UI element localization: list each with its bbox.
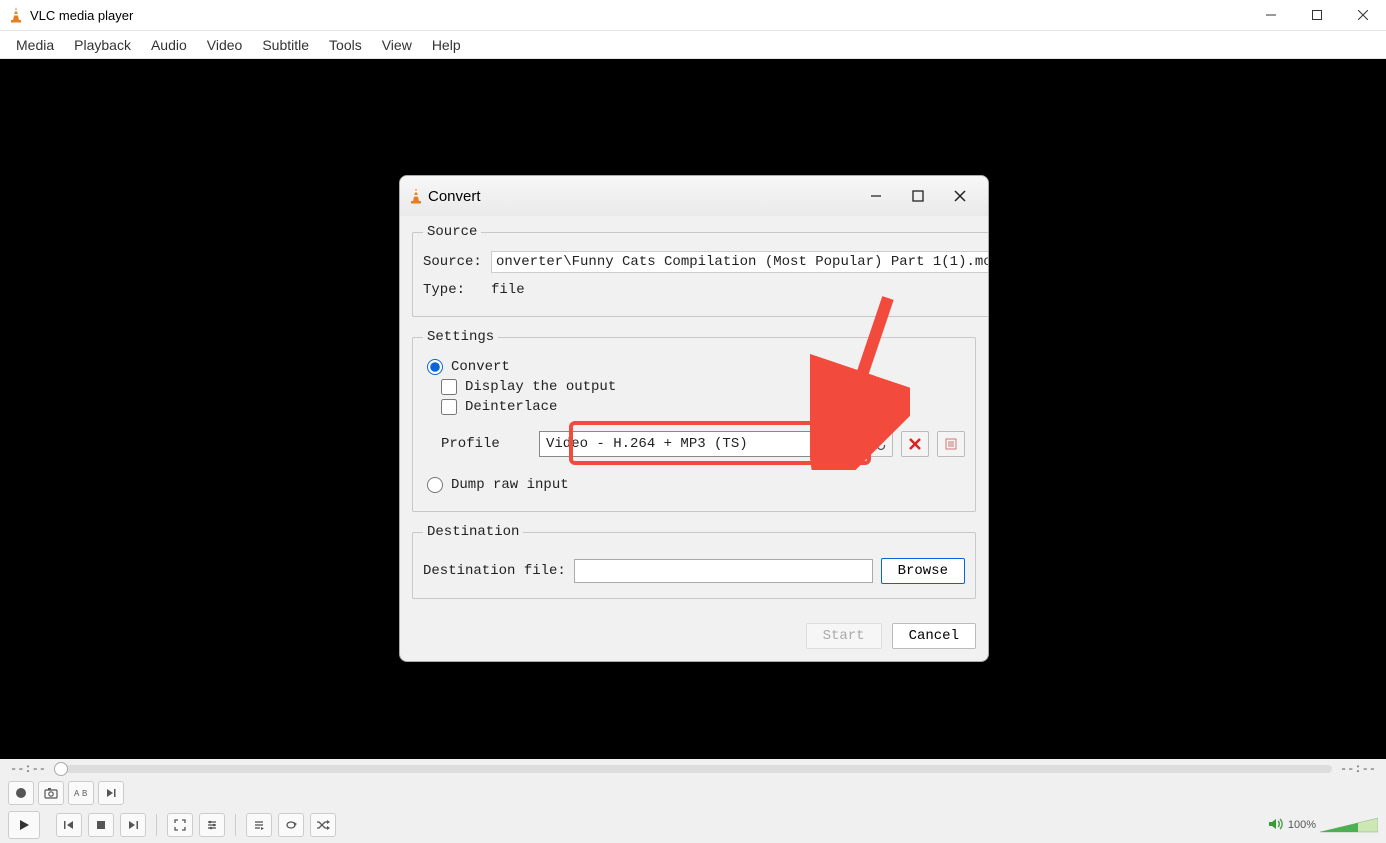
- dump-raw-radio[interactable]: Dump raw input: [427, 477, 965, 493]
- settings-legend: Settings: [423, 329, 498, 345]
- type-label: Type:: [423, 282, 491, 298]
- window-close-button[interactable]: [1340, 0, 1386, 31]
- convert-radio-input[interactable]: [427, 359, 443, 375]
- menubar: Media Playback Audio Video Subtitle Tool…: [0, 31, 1386, 59]
- atob-loop-button[interactable]: AB: [68, 781, 94, 805]
- type-value: file: [491, 282, 525, 298]
- shuffle-button[interactable]: [310, 813, 336, 837]
- dialog-minimize-button[interactable]: [864, 184, 888, 208]
- window-maximize-button[interactable]: [1294, 0, 1340, 31]
- dump-raw-label: Dump raw input: [451, 477, 569, 493]
- source-value: onverter\Funny Cats Compilation (Most Po…: [496, 254, 989, 270]
- seek-slider[interactable]: [54, 765, 1332, 773]
- remaining-time: --:--: [1340, 762, 1376, 776]
- vlc-cone-icon: [8, 6, 24, 24]
- display-output-checkbox[interactable]: Display the output: [441, 379, 965, 395]
- window-title: VLC media player: [30, 8, 1248, 23]
- dialog-maximize-button[interactable]: [906, 184, 930, 208]
- profile-row: Profile Video - H.264 + MP3 (TS): [441, 431, 965, 457]
- dialog-close-button[interactable]: [948, 184, 972, 208]
- vlc-cone-icon: [408, 187, 424, 205]
- volume-percent: 100%: [1288, 819, 1316, 831]
- cancel-button[interactable]: Cancel: [892, 623, 976, 649]
- destination-legend: Destination: [423, 524, 523, 540]
- menu-media[interactable]: Media: [6, 34, 64, 56]
- deinterlace-label: Deinterlace: [465, 399, 557, 415]
- settings-group: Settings Convert Display the output Dein…: [412, 329, 976, 512]
- convert-radio-label: Convert: [451, 359, 510, 375]
- fullscreen-button[interactable]: [167, 813, 193, 837]
- frame-step-button[interactable]: [98, 781, 124, 805]
- dump-raw-input[interactable]: [427, 477, 443, 493]
- menu-view[interactable]: View: [372, 34, 422, 56]
- profile-dropdown[interactable]: Video - H.264 + MP3 (TS): [539, 431, 857, 457]
- destination-input[interactable]: [574, 559, 873, 583]
- window-controls: [1248, 0, 1386, 31]
- display-output-input[interactable]: [441, 379, 457, 395]
- source-value-field: onverter\Funny Cats Compilation (Most Po…: [491, 251, 989, 273]
- convert-dialog: Convert Source Source: onverter\Funny Ca…: [399, 175, 989, 662]
- separator: [156, 814, 157, 836]
- dialog-title: Convert: [428, 188, 864, 205]
- extended-settings-button[interactable]: [199, 813, 225, 837]
- chevron-down-icon: [840, 436, 850, 452]
- volume-slider[interactable]: [1320, 816, 1378, 834]
- dialog-titlebar: Convert: [400, 176, 988, 216]
- record-button[interactable]: [8, 781, 34, 805]
- destination-group: Destination Destination file: Browse: [412, 524, 976, 599]
- menu-tools[interactable]: Tools: [319, 34, 372, 56]
- loop-button[interactable]: [278, 813, 304, 837]
- start-button[interactable]: Start: [806, 623, 882, 649]
- timeline: --:-- --:--: [0, 759, 1386, 779]
- source-group: Source Source: onverter\Funny Cats Compi…: [412, 224, 989, 317]
- snapshot-button[interactable]: [38, 781, 64, 805]
- next-button[interactable]: [120, 813, 146, 837]
- speaker-icon[interactable]: [1268, 817, 1284, 834]
- elapsed-time: --:--: [10, 762, 46, 776]
- display-output-label: Display the output: [465, 379, 616, 395]
- menu-help[interactable]: Help: [422, 34, 471, 56]
- svg-text:A: A: [74, 789, 80, 798]
- menu-subtitle[interactable]: Subtitle: [252, 34, 319, 56]
- secondary-controls: AB: [0, 779, 1386, 807]
- source-legend: Source: [423, 224, 481, 240]
- window-titlebar: VLC media player: [0, 0, 1386, 31]
- edit-profile-button[interactable]: [865, 431, 893, 457]
- separator: [235, 814, 236, 836]
- menu-playback[interactable]: Playback: [64, 34, 141, 56]
- convert-radio[interactable]: Convert: [427, 359, 965, 375]
- profile-label: Profile: [441, 436, 531, 452]
- deinterlace-input[interactable]: [441, 399, 457, 415]
- svg-text:B: B: [82, 789, 87, 798]
- profile-selected-value: Video - H.264 + MP3 (TS): [546, 436, 748, 452]
- stop-button[interactable]: [88, 813, 114, 837]
- menu-audio[interactable]: Audio: [141, 34, 197, 56]
- play-button[interactable]: [8, 811, 40, 839]
- window-minimize-button[interactable]: [1248, 0, 1294, 31]
- new-profile-button[interactable]: [937, 431, 965, 457]
- playlist-button[interactable]: [246, 813, 272, 837]
- dialog-footer: Start Cancel: [400, 623, 988, 661]
- browse-button[interactable]: Browse: [881, 558, 965, 584]
- source-label: Source:: [423, 254, 491, 270]
- seek-thumb[interactable]: [54, 762, 68, 776]
- menu-video[interactable]: Video: [197, 34, 253, 56]
- main-controls: 100%: [0, 807, 1386, 843]
- volume-area: 100%: [1268, 816, 1378, 834]
- previous-button[interactable]: [56, 813, 82, 837]
- deinterlace-checkbox[interactable]: Deinterlace: [441, 399, 965, 415]
- delete-profile-button[interactable]: [901, 431, 929, 457]
- destination-label: Destination file:: [423, 563, 566, 579]
